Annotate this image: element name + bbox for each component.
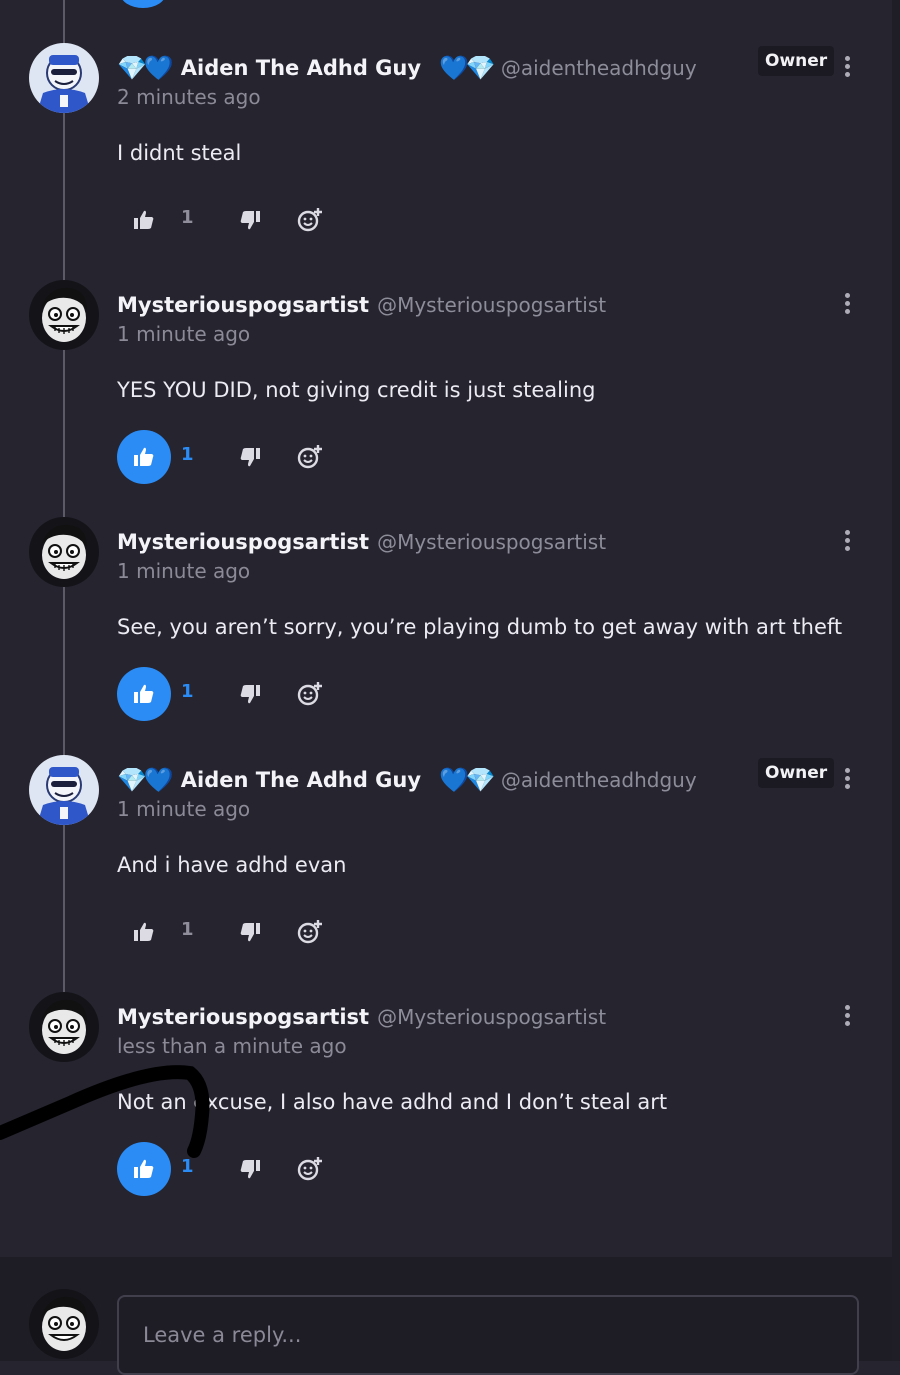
author-handle[interactable]: @aidentheadhdguy — [501, 56, 697, 80]
reply-input[interactable] — [117, 1295, 859, 1375]
like-button[interactable] — [117, 667, 171, 721]
timestamp: 1 minute ago — [117, 322, 251, 346]
timestamp: 1 minute ago — [117, 559, 251, 583]
thumbs-down-icon — [240, 1160, 260, 1179]
author-handle[interactable]: @Mysteriouspogsartist — [377, 1005, 606, 1029]
add-reaction-button[interactable] — [293, 203, 327, 237]
more-vertical-icon[interactable] — [835, 53, 859, 83]
comment-text: And i have adhd evan — [117, 853, 347, 877]
dislike-button[interactable] — [235, 679, 265, 709]
like-count: 1 — [181, 681, 194, 702]
author-name[interactable]: Mysteriouspogsartist — [117, 1005, 369, 1029]
avatar[interactable] — [29, 517, 99, 587]
scrollbar-track[interactable] — [892, 0, 900, 1361]
comment-header: Mysteriouspogsartist @Mysteriouspogsarti… — [117, 1000, 606, 1034]
like-count: 1 — [181, 444, 194, 465]
avatar[interactable] — [29, 992, 99, 1062]
author-name[interactable]: Aiden The Adhd Guy — [181, 56, 421, 80]
add-reaction-icon — [297, 1157, 322, 1181]
dislike-button[interactable] — [235, 917, 265, 947]
timestamp: 1 minute ago — [117, 797, 251, 821]
more-vertical-icon[interactable] — [835, 290, 859, 320]
thumbs-down-icon — [240, 923, 260, 942]
author-handle[interactable]: @aidentheadhdguy — [501, 768, 697, 792]
owner-badge: Owner — [758, 758, 835, 788]
add-reaction-icon — [297, 920, 322, 944]
like-count: 1 — [181, 207, 194, 228]
gem-heart-emoji-icon: 💎💙 — [117, 54, 174, 82]
thumbs-up-icon — [134, 447, 154, 466]
dislike-button[interactable] — [235, 1154, 265, 1184]
thumbs-up-icon — [134, 210, 154, 229]
avatar[interactable] — [29, 43, 99, 113]
comment-actions: 1 — [117, 430, 347, 484]
more-vertical-icon[interactable] — [835, 527, 859, 557]
avatar[interactable] — [29, 280, 99, 350]
comment-text: See, you aren’t sorry, you’re playing du… — [117, 615, 843, 639]
add-reaction-button[interactable] — [293, 1152, 327, 1186]
comment: 💎💙 Aiden The Adhd Guy 💙💎 @aidentheadhdgu… — [0, 43, 892, 273]
add-reaction-button[interactable] — [293, 677, 327, 711]
avatar[interactable] — [29, 755, 99, 825]
comment-text: YES YOU DID, not giving credit is just s… — [117, 378, 596, 402]
comment-actions: 1 — [117, 905, 347, 959]
dislike-button[interactable] — [235, 442, 265, 472]
add-reaction-icon — [297, 682, 322, 706]
add-reaction-button[interactable] — [293, 440, 327, 474]
comment-header: 💎💙 Aiden The Adhd Guy 💙💎 @aidentheadhdgu… — [117, 763, 697, 797]
add-reaction-icon — [297, 208, 322, 232]
add-reaction-icon — [297, 445, 322, 469]
author-name[interactable]: Mysteriouspogsartist — [117, 530, 369, 554]
reply-bar — [0, 1257, 892, 1375]
timestamp: 2 minutes ago — [117, 85, 261, 109]
thumbs-up-icon — [134, 922, 154, 941]
like-count: 1 — [181, 919, 194, 940]
owner-badge: Owner — [758, 46, 835, 76]
comment-header: Mysteriouspogsartist @Mysteriouspogsarti… — [117, 288, 606, 322]
like-button[interactable] — [117, 430, 171, 484]
thumbs-down-icon — [240, 211, 260, 230]
comment: Mysteriouspogsartist @Mysteriouspogsarti… — [0, 280, 892, 510]
heart-gem-emoji-icon: 💙💎 — [439, 766, 496, 794]
comment-actions: 1 — [117, 667, 347, 721]
thumbs-down-icon — [240, 685, 260, 704]
gem-heart-emoji-icon: 💎💙 — [117, 766, 174, 794]
like-button[interactable] — [117, 193, 171, 247]
author-name[interactable]: Aiden The Adhd Guy — [181, 768, 421, 792]
more-vertical-icon[interactable] — [835, 1002, 859, 1032]
author-handle[interactable]: @Mysteriouspogsartist — [377, 530, 606, 554]
marker-scribble — [0, 1065, 210, 1158]
add-reaction-button[interactable] — [293, 915, 327, 949]
author-name[interactable]: Mysteriouspogsartist — [117, 293, 369, 317]
current-user-avatar[interactable] — [29, 1289, 99, 1359]
author-handle[interactable]: @Mysteriouspogsartist — [377, 293, 606, 317]
comment-text: I didnt steal — [117, 141, 242, 165]
comment-header: 💎💙 Aiden The Adhd Guy 💙💎 @aidentheadhdgu… — [117, 51, 697, 85]
comment-actions: 1 — [117, 193, 347, 247]
comment-header: Mysteriouspogsartist @Mysteriouspogsarti… — [117, 525, 606, 559]
comment: 💎💙 Aiden The Adhd Guy 💙💎 @aidentheadhdgu… — [0, 755, 892, 985]
like-button[interactable] — [117, 905, 171, 959]
more-vertical-icon[interactable] — [835, 765, 859, 795]
heart-gem-emoji-icon: 💙💎 — [439, 54, 496, 82]
thumbs-up-icon — [134, 684, 154, 703]
like-button-partial[interactable] — [120, 0, 166, 8]
dislike-button[interactable] — [235, 205, 265, 235]
comment: Mysteriouspogsartist @Mysteriouspogsarti… — [0, 517, 892, 747]
thumbs-down-icon — [240, 448, 260, 467]
